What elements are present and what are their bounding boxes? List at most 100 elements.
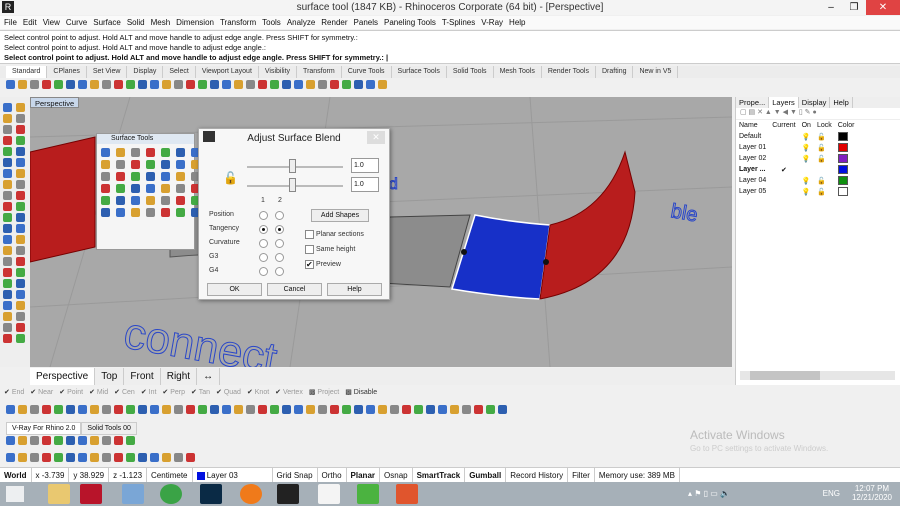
lightbulb-icon[interactable]: 💡 — [799, 142, 814, 153]
osnap-point[interactable]: ✔ Point — [59, 386, 83, 399]
vray-tool-icon[interactable] — [66, 436, 75, 445]
menu-surface[interactable]: Surface — [93, 16, 121, 29]
add-shapes-button[interactable]: Add Shapes — [311, 209, 369, 222]
surface-tool-icon[interactable] — [146, 184, 155, 193]
left-tool-icon[interactable] — [3, 114, 12, 123]
radio-curvature-2[interactable] — [275, 239, 284, 248]
tool-icon[interactable] — [42, 453, 51, 462]
surface-tool-icon[interactable] — [116, 148, 125, 157]
solid-tool-icon[interactable] — [42, 405, 51, 414]
lock-icon[interactable]: 🔓 — [814, 131, 835, 142]
solid-tool-icon[interactable] — [66, 405, 75, 414]
language-indicator[interactable]: ENG — [823, 489, 840, 498]
layer-current[interactable] — [769, 153, 798, 164]
left-tool-icon[interactable] — [16, 114, 25, 123]
left-tool-icon[interactable] — [3, 235, 12, 244]
lower-tab-0[interactable]: V-Ray For Rhino 2.0 — [6, 422, 82, 435]
lock-icon[interactable] — [814, 164, 835, 175]
camtasia-recorder-icon[interactable] — [396, 484, 418, 504]
tool-icon[interactable] — [66, 453, 75, 462]
left-tool-icon[interactable] — [16, 268, 25, 277]
cancel-button[interactable]: Cancel — [267, 283, 322, 296]
osnap-end[interactable]: ✔ End — [4, 386, 24, 399]
vray-tool-icon[interactable] — [6, 436, 15, 445]
left-tool-icon[interactable] — [3, 301, 12, 310]
left-tool-icon[interactable] — [3, 125, 12, 134]
lightbulb-icon[interactable]: 💡 — [799, 153, 814, 164]
viewport-title-perspective[interactable]: Perspective — [30, 97, 80, 108]
command-prompt[interactable]: Select control point to adjust. Hold ALT… — [4, 53, 896, 63]
lock-icon[interactable]: 🔓 — [814, 186, 835, 197]
osnap-tan[interactable]: ✔ Tan — [191, 386, 210, 399]
viewport-tab-perspective[interactable]: Perspective — [30, 368, 96, 385]
tool-icon[interactable] — [126, 453, 135, 462]
left-tool-icon[interactable] — [16, 158, 25, 167]
menu-help[interactable]: Help — [509, 16, 525, 29]
left-tool-icon[interactable] — [16, 125, 25, 134]
osnap-int[interactable]: ✔ Int — [141, 386, 157, 399]
toolbar-tab-set-view[interactable]: Set View — [87, 66, 128, 78]
planar-sections-checkbox[interactable] — [305, 230, 314, 239]
left-tool-icon[interactable] — [3, 268, 12, 277]
radio-tangency-1[interactable] — [259, 225, 268, 234]
surface-tools-title[interactable]: Surface Tools — [97, 134, 194, 144]
toolbar-tool-icon[interactable] — [210, 80, 219, 89]
toolbar-tool-icon[interactable] — [150, 80, 159, 89]
column-header-color[interactable]: Color — [835, 120, 858, 131]
surface-tool-icon[interactable] — [146, 208, 155, 217]
layer-current[interactable] — [769, 175, 798, 186]
layer-row[interactable]: Layer 01 💡 🔓 — [736, 142, 857, 153]
solid-tool-icon[interactable] — [318, 405, 327, 414]
vray-tool-icon[interactable] — [102, 436, 111, 445]
osnap-project[interactable]: ▩ Project — [309, 386, 339, 399]
surface-tool-icon[interactable] — [176, 172, 185, 181]
solid-tool-icon[interactable] — [282, 405, 291, 414]
solid-tool-icon[interactable] — [342, 405, 351, 414]
camtasia-icon[interactable] — [357, 484, 379, 504]
osnap-quad[interactable]: ✔ Quad — [216, 386, 241, 399]
viewport-tab-front[interactable]: Front — [124, 368, 161, 385]
cplane-label[interactable]: World — [0, 468, 32, 482]
layers-scrollbar[interactable] — [740, 371, 895, 380]
left-tool-icon[interactable] — [16, 191, 25, 200]
panel-tab-help[interactable]: Help — [830, 97, 853, 108]
status-grid-snap[interactable]: Grid Snap — [273, 468, 318, 482]
toolbar-tool-icon[interactable] — [294, 80, 303, 89]
surface-tool-icon[interactable] — [116, 172, 125, 181]
menu-tools[interactable]: Tools — [262, 16, 281, 29]
menu-render[interactable]: Render — [321, 16, 347, 29]
ok-button[interactable]: OK — [207, 283, 262, 296]
left-tool-icon[interactable] — [3, 323, 12, 332]
solid-tool-icon[interactable] — [234, 405, 243, 414]
solid-tool-icon[interactable] — [186, 405, 195, 414]
solid-tool-icon[interactable] — [414, 405, 423, 414]
panel-tab-prope[interactable]: Prope... — [736, 97, 770, 108]
surface-tool-icon[interactable] — [176, 184, 185, 193]
left-tool-icon[interactable] — [16, 290, 25, 299]
vray-tool-icon[interactable] — [126, 436, 135, 445]
toolbar-tab-mesh-tools[interactable]: Mesh Tools — [494, 66, 542, 78]
vray-tool-icon[interactable] — [114, 436, 123, 445]
menu-solid[interactable]: Solid — [127, 16, 145, 29]
chrome-icon[interactable] — [160, 484, 182, 504]
toolbar-tab-display[interactable]: Display — [127, 66, 164, 78]
radio-position-2[interactable] — [275, 211, 284, 220]
osnap-vertex[interactable]: ✔ Vertex — [275, 386, 303, 399]
surface-tool-icon[interactable] — [146, 196, 155, 205]
layer-row[interactable]: Layer ... ✔ — [736, 164, 857, 175]
lock-icon[interactable]: 🔓 — [223, 171, 238, 185]
toolbar-tool-icon[interactable] — [198, 80, 207, 89]
viewport-tab-more[interactable]: ↔ — [197, 368, 221, 385]
radio-curvature-1[interactable] — [259, 239, 268, 248]
left-tool-icon[interactable] — [3, 334, 12, 343]
surface-tool-icon[interactable] — [146, 148, 155, 157]
toolbar-tool-icon[interactable] — [258, 80, 267, 89]
solid-tool-icon[interactable] — [162, 405, 171, 414]
toolbar-tab-curve-tools[interactable]: Curve Tools — [342, 66, 392, 78]
panel-tab-layers[interactable]: Layers — [769, 97, 799, 108]
solid-tool-icon[interactable] — [18, 405, 27, 414]
surface-tool-icon[interactable] — [131, 184, 140, 193]
vray-tool-icon[interactable] — [78, 436, 87, 445]
toolbar-tool-icon[interactable] — [222, 80, 231, 89]
tool-icon[interactable] — [186, 453, 195, 462]
